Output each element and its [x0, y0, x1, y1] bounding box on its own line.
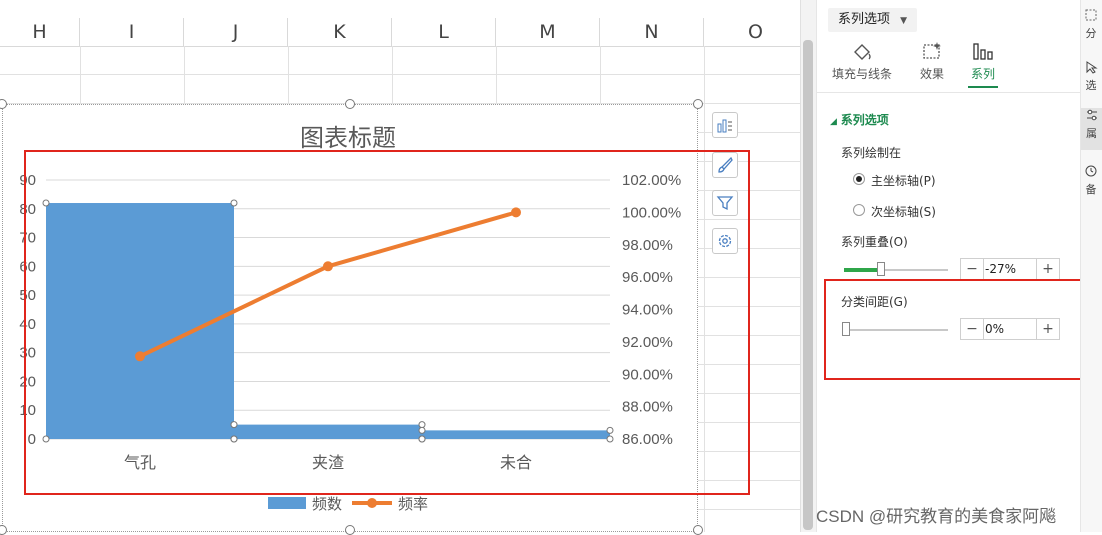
series-overlap-label: 系列重叠(O) — [841, 235, 908, 249]
section-title: 系列选项 — [840, 113, 889, 127]
chart-elements-icon — [717, 119, 732, 133]
column-header-row: H I J K L M N O — [0, 18, 800, 47]
column-header-o[interactable]: O — [704, 18, 800, 46]
watermark-text: CSDN @研究教育的美食家阿飚 — [816, 507, 1057, 526]
tab-label: 填充与线条 — [831, 67, 892, 81]
highlight-box-chart — [24, 150, 750, 495]
column-header-n[interactable]: N — [600, 18, 704, 46]
row-gridline — [0, 74, 800, 75]
column-header-i[interactable]: I — [80, 18, 184, 46]
resize-handle[interactable] — [693, 525, 703, 535]
side-toolbar-item[interactable]: 选 — [1084, 60, 1098, 93]
column-header-h[interactable]: H — [0, 18, 80, 46]
backup-icon — [1085, 165, 1097, 177]
row-gridline — [698, 509, 800, 510]
layout-icon — [1085, 9, 1097, 21]
resize-handle[interactable] — [345, 99, 355, 109]
series-overlap-spinner[interactable]: − -27% + — [960, 258, 1060, 280]
properties-icon — [1086, 109, 1097, 121]
highlight-box-gap-width — [824, 279, 1082, 380]
tab-label: 效果 — [919, 67, 944, 81]
decrement-button[interactable]: − — [961, 259, 984, 279]
column-header-j[interactable]: J — [184, 18, 288, 46]
resize-handle[interactable] — [345, 525, 355, 535]
increment-button[interactable]: + — [1036, 259, 1059, 279]
resize-handle[interactable] — [0, 525, 7, 535]
effects-icon — [923, 42, 941, 59]
series-options-dropdown[interactable]: 系列选项 ▼ — [828, 8, 918, 32]
chart-elements-button[interactable] — [712, 112, 738, 138]
chevron-down-icon: ▼ — [900, 16, 908, 26]
tab-effects[interactable]: 效果 — [912, 40, 952, 82]
side-toolbar-label: 分 — [1085, 27, 1097, 40]
active-tab-indicator — [968, 86, 998, 88]
tab-fill-line[interactable]: 填充与线条 — [831, 40, 893, 82]
scrollbar-thumb[interactable] — [803, 40, 813, 530]
tab-label: 系列 — [970, 67, 995, 81]
plot-series-on-label: 系列绘制在 — [841, 146, 902, 160]
primary-axis-label[interactable]: 主坐标轴(P) — [871, 172, 936, 189]
fill-icon — [854, 44, 871, 60]
section-series-options[interactable]: ◢ 系列选项 — [830, 111, 889, 128]
cursor-icon — [1086, 61, 1098, 74]
series-icon — [973, 43, 993, 60]
secondary-axis-radio[interactable] — [853, 204, 865, 216]
dropdown-label: 系列选项 — [838, 12, 891, 27]
resize-handle[interactable] — [693, 99, 703, 109]
side-toolbar-item[interactable]: 备 — [1084, 164, 1098, 197]
side-toolbar-label: 属 — [1086, 127, 1097, 140]
side-toolbar-item-active[interactable]: 属 — [1081, 108, 1102, 150]
primary-axis-radio[interactable] — [853, 173, 865, 185]
chart-title[interactable]: 图表标题 — [0, 118, 696, 153]
column-header-l[interactable]: L — [392, 18, 496, 46]
series-overlap-value[interactable]: -27% — [985, 259, 1016, 279]
tab-divider — [816, 92, 1080, 93]
column-header-k[interactable]: K — [288, 18, 392, 46]
side-toolbar-item[interactable]: 分 — [1084, 8, 1098, 41]
series-overlap-slider-thumb[interactable] — [877, 262, 885, 276]
formula-bar-strip — [0, 0, 800, 19]
side-toolbar-label: 选 — [1085, 79, 1097, 92]
secondary-axis-label[interactable]: 次坐标轴(S) — [871, 203, 936, 220]
column-header-m[interactable]: M — [496, 18, 600, 46]
collapse-triangle-icon: ◢ — [830, 117, 837, 127]
side-toolbar-label: 备 — [1085, 183, 1097, 196]
tab-series[interactable]: 系列 — [963, 40, 1003, 82]
